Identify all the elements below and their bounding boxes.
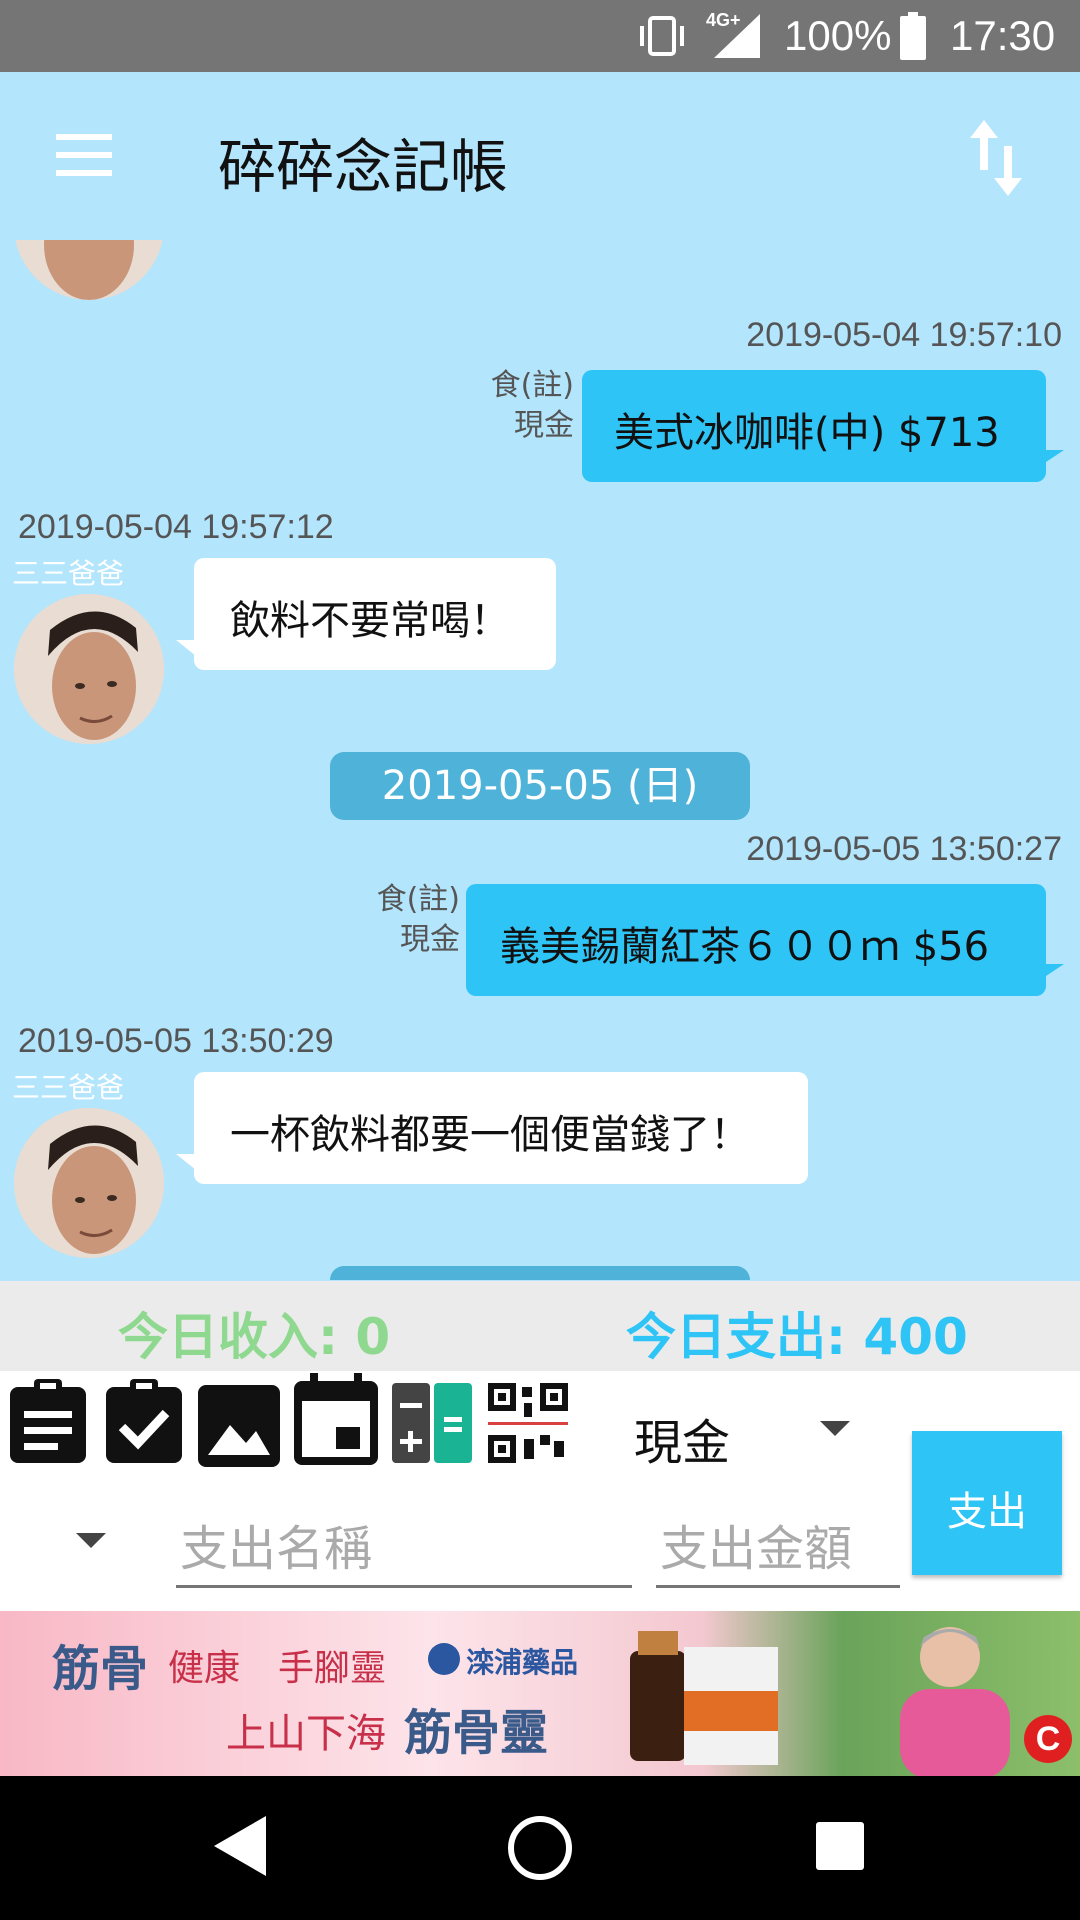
ad-text-1: 筋骨: [52, 1641, 149, 1697]
back-icon[interactable]: [214, 1816, 266, 1876]
avatar: [14, 240, 164, 300]
expense-name-placeholder: 支出名稱: [180, 1521, 373, 1577]
category-select[interactable]: [60, 1513, 120, 1573]
message-text: 義美錫蘭紅茶６００ｍ $56: [500, 924, 990, 970]
ad-brand-logo: [428, 1643, 460, 1675]
today-income: 今日收入: 0: [118, 1308, 391, 1366]
outgoing-message-bubble[interactable]: 義美錫蘭紅茶６００ｍ $56: [466, 884, 1046, 996]
clipboard-check-icon[interactable]: [104, 1377, 184, 1463]
message-timestamp: 2019-05-05 13:50:29: [18, 1022, 334, 1060]
sender-name: 三三爸爸: [12, 557, 125, 590]
message-timestamp: 2019-05-04 19:57:10: [746, 316, 1062, 354]
outgoing-message-bubble[interactable]: 美式冰咖啡(中) $713: [582, 370, 1046, 482]
vibrate-icon: [636, 16, 688, 56]
app-bar: 碎碎念記帳: [0, 72, 1080, 240]
battery-percent: 100%: [784, 12, 892, 59]
navigation-bar: [0, 1776, 1080, 1920]
ad-person-image: [880, 1617, 1030, 1776]
incoming-message-bubble[interactable]: 飲料不要常喝！: [194, 558, 556, 670]
sort-swap-icon[interactable]: [966, 120, 1026, 196]
payment-method-select[interactable]: 現金: [620, 1391, 860, 1471]
ad-text-2: 健康: [168, 1648, 241, 1689]
date-separator: 2019-05-05 (日): [330, 752, 750, 820]
incoming-message-bubble[interactable]: 一杯飲料都要一個便當錢了！: [194, 1072, 808, 1184]
ad-text-4: 上山下海: [226, 1711, 386, 1757]
home-icon[interactable]: [506, 1814, 574, 1882]
message-timestamp: 2019-05-04 19:57:12: [18, 508, 334, 546]
expense-amount-placeholder: 支出金額: [660, 1521, 853, 1577]
submit-label: 支出: [947, 1489, 1027, 1535]
message-text: 飲料不要常喝！: [230, 598, 510, 644]
sender-name: 三三爸爸: [12, 1071, 125, 1104]
ad-choices-icon[interactable]: C: [1024, 1715, 1072, 1763]
bubble-tail: [1040, 450, 1064, 466]
ad-text-5: 筋骨靈: [404, 1705, 549, 1761]
message-text: 一杯飲料都要一個便當錢了！: [230, 1112, 750, 1158]
date-separator-partial: [330, 1266, 750, 1280]
status-bar: 4G+ 100% 17:30: [0, 0, 1080, 72]
menu-icon[interactable]: [56, 134, 112, 178]
bubble-tail: [176, 640, 196, 656]
battery-icon: [900, 12, 926, 60]
payment-label: 現金: [514, 408, 574, 443]
expense-name-input[interactable]: 支出名稱: [176, 1499, 632, 1588]
ad-product-image: [624, 1631, 784, 1771]
ad-text-3: 手腳靈: [278, 1648, 387, 1689]
message-text: 美式冰咖啡(中) $713: [614, 410, 1000, 456]
expense-amount-input[interactable]: 支出金額: [656, 1499, 900, 1588]
message-category: 食(註) 現金: [356, 880, 460, 960]
avatar[interactable]: [14, 594, 164, 744]
avatar[interactable]: [14, 1108, 164, 1258]
dropdown-arrow-icon: [76, 1533, 106, 1548]
today-expense: 今日支出: 400: [626, 1308, 968, 1366]
qr-code-icon[interactable]: [488, 1383, 568, 1463]
signal-icon: [714, 14, 760, 58]
chat-list[interactable]: 2019-05-04 19:57:10 食(註) 現金 美式冰咖啡(中) $71…: [0, 240, 1080, 1280]
payment-label: 現金: [400, 922, 460, 957]
dropdown-arrow-icon: [820, 1421, 850, 1436]
message-timestamp: 2019-05-05 13:50:27: [746, 830, 1062, 868]
message-category: 食(註) 現金: [470, 366, 574, 446]
calendar-icon[interactable]: [294, 1373, 378, 1465]
app-title: 碎碎念記帳: [218, 133, 509, 201]
bubble-tail: [1040, 964, 1064, 980]
daily-summary: 今日收入: 0 今日支出: 400: [0, 1281, 1080, 1371]
bubble-tail: [176, 1154, 196, 1170]
expense-submit-button[interactable]: 支出: [912, 1431, 1062, 1575]
entry-panel: 現金 支出名稱 支出金額 支出: [0, 1371, 1080, 1611]
ad-brand: 滦浦藥品: [466, 1646, 579, 1679]
calculator-icon[interactable]: [392, 1383, 472, 1463]
clock: 17:30: [950, 12, 1056, 59]
image-icon[interactable]: [198, 1385, 280, 1467]
recents-icon[interactable]: [816, 1822, 864, 1870]
payment-method-value: 現金: [634, 1415, 731, 1471]
ad-banner[interactable]: 筋骨 健康 手腳靈 滦浦藥品 上山下海 筋骨靈 C: [0, 1611, 1080, 1776]
category-label: 食(註): [376, 882, 460, 917]
clipboard-list-icon[interactable]: [8, 1377, 88, 1463]
category-label: 食(註): [490, 368, 574, 403]
